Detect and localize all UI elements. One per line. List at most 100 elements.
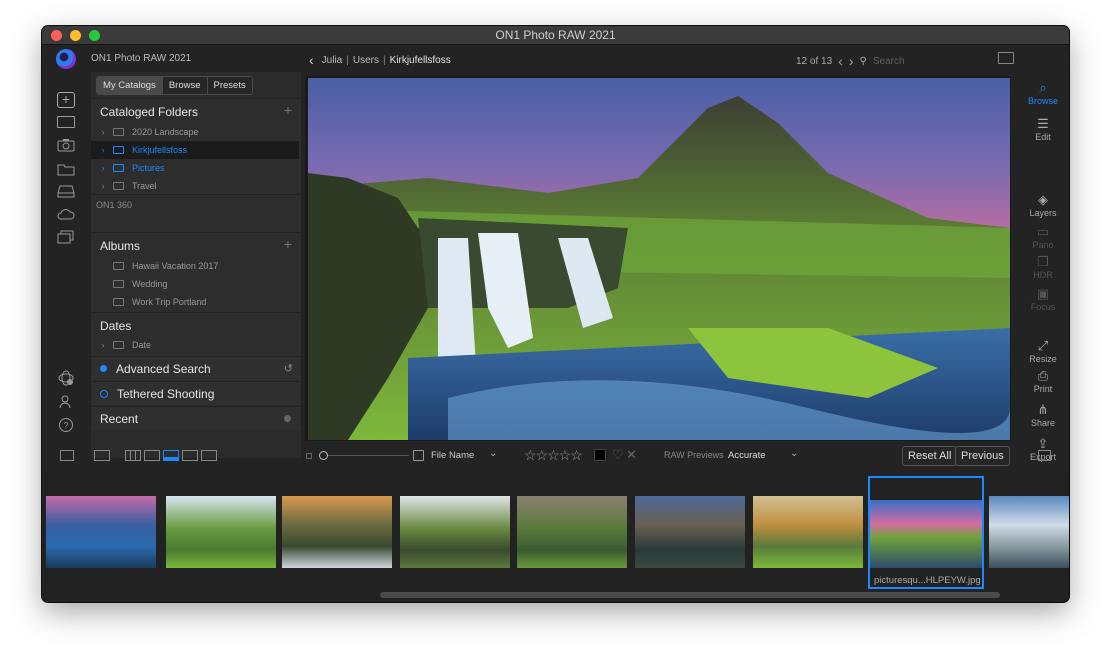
- drive-icon[interactable]: [57, 184, 75, 200]
- panel-toggle-icon[interactable]: [60, 450, 74, 461]
- thumb-size-slider[interactable]: [319, 455, 409, 456]
- right-panel-toggle-icon[interactable]: [1038, 450, 1051, 461]
- sort-dropdown[interactable]: File Name: [431, 450, 474, 461]
- thumbnail[interactable]: [517, 496, 627, 568]
- previous-image-icon[interactable]: ‹: [838, 53, 843, 69]
- date-item[interactable]: › Date: [91, 336, 299, 354]
- tool-print[interactable]: ⎙ Print: [1017, 368, 1069, 394]
- tool-label: Pano: [1032, 240, 1054, 250]
- app-window: ON1 Photo RAW 2021 ON1 Photo RAW 2021 ‹ …: [42, 26, 1069, 602]
- folder-item[interactable]: › 2020 Landscape: [91, 123, 299, 141]
- add-album-icon[interactable]: +: [284, 236, 292, 252]
- add-icon[interactable]: +: [57, 92, 75, 108]
- chevron-right-icon[interactable]: ›: [91, 127, 109, 137]
- tool-browse[interactable]: ⌕ Browse: [1017, 80, 1069, 106]
- on1-360-label[interactable]: ON1 360: [96, 200, 132, 210]
- main-photo[interactable]: [308, 78, 1010, 440]
- image-viewer[interactable]: [305, 76, 1011, 441]
- previous-button[interactable]: Previous: [955, 446, 1010, 466]
- like-heart-icon[interactable]: ♡: [612, 447, 624, 463]
- sync-icon[interactable]: [57, 370, 75, 386]
- second-display-icon[interactable]: [94, 450, 110, 461]
- folder-heart-icon[interactable]: [57, 162, 75, 178]
- section-title: Albums: [100, 239, 141, 253]
- close-window-button[interactable]: [51, 30, 62, 41]
- zoom-window-button[interactable]: [89, 30, 100, 41]
- tool-hdr[interactable]: ❐ HDR: [1017, 254, 1069, 280]
- thumbnail[interactable]: [400, 496, 510, 568]
- thumbnail[interactable]: [635, 496, 745, 568]
- reset-all-button[interactable]: Reset All: [902, 446, 958, 466]
- monitor-icon[interactable]: [57, 116, 75, 128]
- clear-recent-icon[interactable]: [284, 415, 291, 422]
- tab-presets[interactable]: Presets: [207, 77, 252, 94]
- filmstrip-scrollbar[interactable]: [380, 592, 1000, 598]
- thumbnail[interactable]: [46, 496, 156, 568]
- color-label-swatch[interactable]: [594, 449, 606, 461]
- select-checkbox[interactable]: [413, 450, 424, 461]
- filmstrip-view-icon[interactable]: [163, 450, 179, 461]
- sort-chevron-icon[interactable]: ⌄: [489, 448, 497, 459]
- chevron-right-icon[interactable]: ›: [91, 163, 109, 173]
- cloud-icon[interactable]: [57, 207, 75, 223]
- cataloged-folders-section: Cataloged Folders + › 2020 Landscape › Kir…: [91, 98, 301, 194]
- thumbnail-selected[interactable]: picturesqu...HLPEYW.jpg: [868, 476, 984, 589]
- raw-previews-dropdown[interactable]: Accurate: [728, 450, 766, 461]
- tab-my-catalogs[interactable]: My Catalogs: [97, 77, 163, 94]
- new-folder-icon[interactable]: [998, 52, 1014, 64]
- user-icon[interactable]: [57, 394, 75, 410]
- tool-layers[interactable]: ◈ Layers: [1017, 192, 1069, 218]
- breadcrumb-item[interactable]: Julia: [322, 55, 343, 66]
- minimize-window-button[interactable]: [70, 30, 81, 41]
- folder-item-selected[interactable]: › Kirkjufellsfoss: [91, 141, 299, 159]
- tool-pano[interactable]: ▭ Pano: [1017, 224, 1069, 250]
- folder-item[interactable]: › Pictures: [91, 159, 299, 177]
- chevron-right-icon[interactable]: ›: [91, 145, 109, 155]
- panel-tabs: My Catalogs Browse Presets: [96, 76, 253, 95]
- help-icon[interactable]: ?: [57, 417, 75, 433]
- compare-view-icon[interactable]: [182, 450, 198, 461]
- back-chevron-icon[interactable]: ‹: [309, 52, 314, 68]
- recent-row[interactable]: Recent: [91, 406, 301, 430]
- thumbnail[interactable]: [166, 496, 276, 568]
- catalog-panel: My Catalogs Browse Presets Cataloged Fol…: [91, 72, 301, 458]
- breadcrumb-current[interactable]: Kirkjufellsfoss: [390, 55, 451, 66]
- reset-icon[interactable]: ↺: [284, 362, 293, 375]
- tool-edit[interactable]: ☰ Edit: [1017, 116, 1069, 142]
- album-item[interactable]: Hawaii Vacation 2017: [91, 257, 299, 275]
- tool-resize[interactable]: ⤢ Resize: [1017, 338, 1069, 364]
- chevron-right-icon[interactable]: ›: [91, 340, 109, 350]
- album-item[interactable]: Wedding: [91, 275, 299, 293]
- date-icon: [113, 341, 124, 349]
- albums-icon[interactable]: [57, 230, 75, 246]
- album-item[interactable]: Work Trip Portland: [91, 293, 299, 311]
- thumbnail[interactable]: [282, 496, 392, 568]
- reject-x-icon[interactable]: ✕: [626, 447, 637, 463]
- thumbnail[interactable]: [989, 496, 1069, 568]
- next-image-icon[interactable]: ›: [849, 53, 854, 69]
- tool-label: Browse: [1027, 96, 1058, 106]
- chevron-right-icon[interactable]: ›: [91, 181, 109, 191]
- add-folder-icon[interactable]: +: [284, 102, 292, 118]
- tethered-shooting-row[interactable]: Tethered Shooting: [91, 381, 301, 405]
- folder-item[interactable]: › Travel: [91, 177, 299, 195]
- slider-handle[interactable]: [319, 451, 328, 460]
- breadcrumb-item[interactable]: Users: [353, 55, 379, 66]
- tool-focus[interactable]: ▣ Focus: [1017, 286, 1069, 312]
- detail-view-icon[interactable]: [144, 450, 160, 461]
- thumbnail-image: [870, 500, 982, 568]
- camera-icon[interactable]: [57, 138, 75, 154]
- breadcrumb: ‹ Julia | Users | Kirkjufellsfoss: [309, 52, 451, 68]
- tab-browse[interactable]: Browse: [162, 77, 208, 94]
- map-view-icon[interactable]: [201, 450, 217, 461]
- advanced-search-row[interactable]: Advanced Search ↺: [91, 356, 301, 380]
- thumbnail[interactable]: [753, 496, 863, 568]
- search-input[interactable]: Search: [873, 56, 905, 67]
- folder-label: Kirkjufellsfoss: [132, 145, 188, 155]
- rating-stars[interactable]: ☆☆☆☆☆: [524, 447, 583, 464]
- tool-label: Share: [1030, 418, 1056, 428]
- tool-share[interactable]: ⋔ Share: [1017, 402, 1069, 428]
- raw-previews-chevron-icon[interactable]: ⌄: [790, 448, 798, 459]
- grid-view-icon[interactable]: [125, 450, 141, 461]
- small-thumb-icon: [306, 453, 312, 459]
